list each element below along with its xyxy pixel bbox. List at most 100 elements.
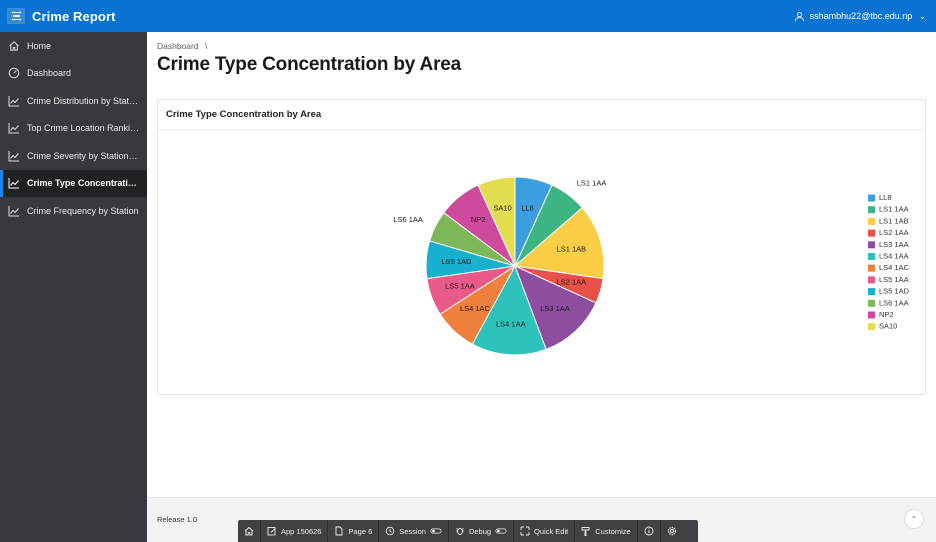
chevron-up-icon[interactable]: ⌃	[904, 509, 924, 529]
main-content: Dashboard \ Crime Type Concentration by …	[147, 32, 936, 497]
toggle-icon	[495, 528, 507, 534]
session-icon	[386, 526, 395, 536]
user-icon	[794, 11, 804, 21]
dev-page-label: Page 6	[348, 526, 373, 536]
legend-swatch	[868, 217, 875, 225]
dev-customize-label: Customize	[595, 526, 631, 536]
slice-label-np2: NP2	[471, 215, 486, 224]
dev-settings-button[interactable]	[661, 520, 683, 542]
legend-swatch	[868, 194, 875, 202]
slice-label-ls2-1aa: LS2 1AA	[557, 278, 587, 287]
toggle-icon	[430, 528, 442, 534]
legend-swatch	[868, 299, 875, 307]
dev-debug-button[interactable]: Debug	[449, 520, 515, 542]
breadcrumb: Dashboard \	[157, 41, 207, 51]
dashboard-icon	[7, 66, 21, 80]
legend-label: LL8	[879, 193, 892, 202]
breadcrumb-link-dashboard[interactable]: Dashboard	[157, 41, 199, 51]
legend-item-ls4-1ac[interactable]: LS4 1AC	[868, 263, 910, 272]
slice-label-ls5-1aa: LS5 1AA	[445, 282, 475, 291]
pie-chart: LL8 LS1 1AA LS1 1AB LS2 1AA LS3 1AA LS4 1AA LS…	[393, 176, 910, 356]
legend-item-ls2-1aa[interactable]: LS2 1AA	[868, 228, 909, 237]
dev-app-button[interactable]: App 150626	[261, 520, 329, 542]
sidebar-item-label: Home	[27, 40, 52, 51]
slice-label-ls1-1aa: LS1 1AA	[577, 179, 607, 188]
sidebar-item-label: Crime Type Concentration by Area	[27, 178, 140, 189]
legend-label: LS4 1AA	[879, 251, 909, 260]
slice-label-ls4-1ac: LS4 1AC	[460, 304, 491, 313]
developer-toolbar: App 150626 Page 6 Session Debug Quick Ed…	[238, 520, 698, 542]
sidebar-item-crime-severity[interactable]: Crime Severity by Station/R...	[0, 142, 147, 170]
slice-label-ls5-1ad: LS5 1AD	[441, 257, 472, 266]
line-chart-icon	[7, 94, 21, 108]
dev-info-button[interactable]	[638, 520, 661, 542]
sidebar-item-dashboard[interactable]: Dashboard	[0, 60, 147, 88]
legend-item-sa10[interactable]: SA10	[868, 322, 897, 331]
legend-item-ls1-1ab[interactable]: LS1 1AB	[868, 216, 909, 225]
dev-session-label: Session	[399, 526, 426, 536]
legend-swatch	[868, 288, 875, 296]
sidebar: Home Dashboard Crime Distribution by Sta…	[0, 32, 147, 542]
slice-label-sa10: SA10	[493, 204, 511, 213]
dev-app-label: App 150626	[281, 526, 322, 536]
sidebar-item-top-crime-location[interactable]: Top Crime Location Ranking	[0, 115, 147, 143]
legend-item-ls3-1aa[interactable]: LS3 1AA	[868, 240, 909, 249]
legend-swatch	[868, 311, 875, 319]
user-name: sshambhu22@tbc.edu.np	[809, 11, 913, 21]
legend-label: SA10	[879, 322, 897, 331]
legend-label: LS5 1AA	[879, 275, 909, 284]
user-menu[interactable]: sshambhu22@tbc.edu.np ⌄	[794, 0, 926, 32]
quick-edit-icon	[520, 526, 530, 536]
sidebar-item-label: Crime Frequency by Station	[27, 205, 139, 216]
slice-label-ls1-1ab: LS1 1AB	[557, 244, 587, 253]
hamburger-icon[interactable]	[7, 8, 25, 24]
legend-item-np2[interactable]: NP2	[868, 310, 894, 319]
debug-icon	[455, 528, 464, 535]
legend-swatch	[868, 276, 875, 284]
legend-item-ls5-1aa[interactable]: LS5 1AA	[868, 275, 909, 284]
slice-label-ls3-1aa: LS3 1AA	[540, 304, 570, 313]
chart-region: Crime Type Concentration by Area LL8 LS1 …	[157, 99, 926, 395]
legend-swatch	[868, 253, 875, 260]
legend-item-ls5-1ad[interactable]: LS5 1AD	[868, 287, 910, 296]
page-title: Crime Type Concentration by Area	[157, 54, 462, 75]
legend-label: LS1 1AB	[879, 216, 909, 225]
dev-page-button[interactable]: Page 6	[328, 520, 380, 542]
top-header: Crime Report sshambhu22@tbc.edu.np ⌄	[0, 0, 936, 32]
sidebar-item-label: Crime Severity by Station/R...	[27, 150, 140, 161]
legend-label: LS4 1AC	[879, 263, 910, 272]
dev-quick-edit-button[interactable]: Quick Edit	[514, 520, 576, 542]
legend-item-ls1-1aa[interactable]: LS1 1AA	[868, 205, 909, 214]
sidebar-item-crime-frequency[interactable]: Crime Frequency by Station	[0, 197, 147, 225]
legend-swatch	[868, 264, 875, 272]
legend-swatch	[868, 323, 875, 331]
legend-label: LS5 1AD	[879, 287, 910, 296]
edit-icon	[267, 527, 276, 536]
dev-customize-button[interactable]: Customize	[575, 520, 638, 542]
gear-icon	[667, 526, 676, 536]
legend-label: LS3 1AA	[879, 240, 909, 249]
legend-swatch	[868, 206, 875, 214]
slice-label-ll8: LL8	[521, 204, 534, 213]
legend-swatch	[868, 241, 875, 249]
legend-item-ls6-1aa[interactable]: LS6 1AA	[868, 298, 909, 307]
legend-label: NP2	[879, 310, 894, 319]
page-edit-icon	[336, 526, 343, 536]
line-chart-icon	[7, 176, 21, 190]
dev-debug-label: Debug	[468, 526, 492, 536]
chevron-down-icon: ⌄	[919, 11, 926, 21]
app-title[interactable]: Crime Report	[32, 9, 116, 24]
sidebar-item-crime-type-concentration[interactable]: Crime Type Concentration by Area	[0, 169, 147, 197]
legend-label: LS6 1AA	[879, 298, 909, 307]
dev-session-button[interactable]: Session	[379, 520, 449, 542]
dev-home-button[interactable]	[238, 520, 261, 542]
line-chart-icon	[7, 121, 21, 135]
info-icon	[644, 526, 654, 536]
legend-item-ls4-1aa[interactable]: LS4 1AA	[868, 251, 909, 260]
slice-label-ls4-1aa: LS4 1AA	[496, 320, 526, 329]
sidebar-item-crime-distribution[interactable]: Crime Distribution by Station	[0, 87, 147, 115]
sidebar-item-home[interactable]: Home	[0, 32, 147, 60]
legend-swatch	[868, 229, 875, 237]
legend-label: LS2 1AA	[879, 228, 909, 237]
legend-item-ll8[interactable]: LL8	[868, 193, 892, 202]
